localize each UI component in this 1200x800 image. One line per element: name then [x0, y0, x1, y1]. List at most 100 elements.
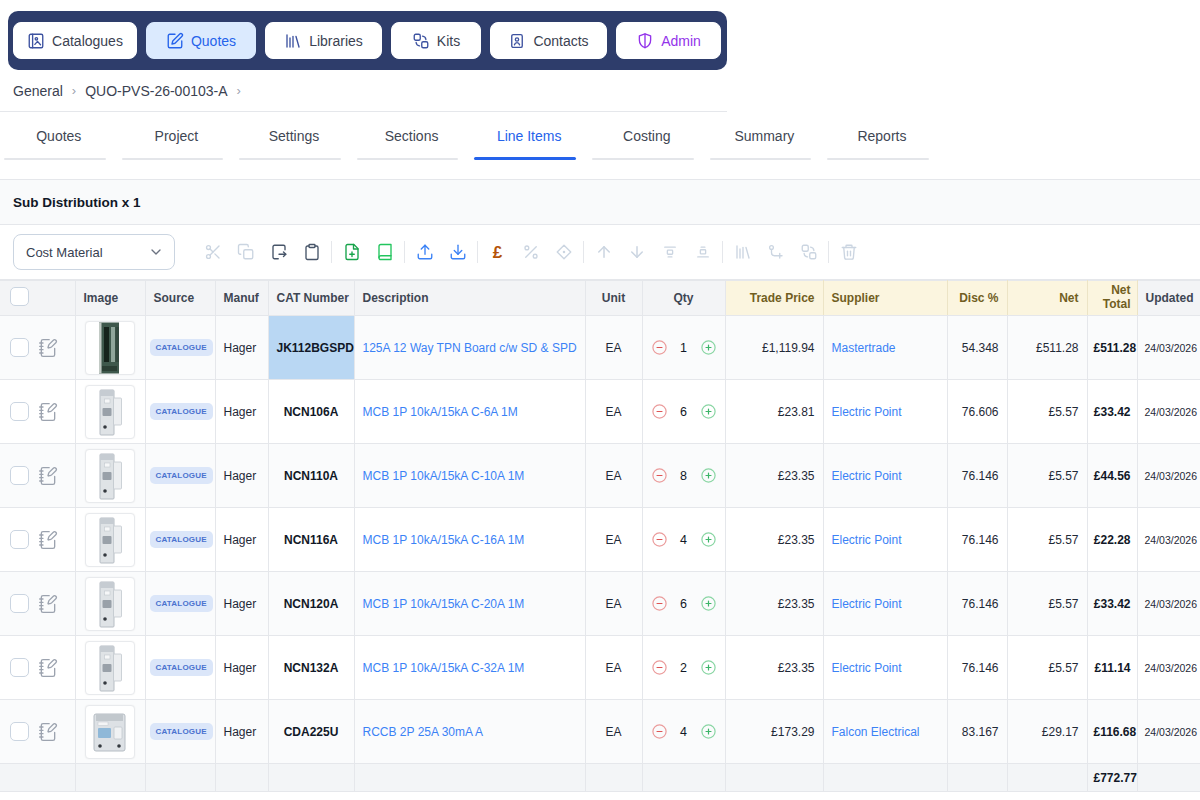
kits-icon[interactable] [792, 243, 825, 261]
cat-number[interactable]: CDA225U [284, 725, 339, 739]
admin-icon [636, 32, 654, 50]
row-checkbox[interactable] [10, 466, 29, 485]
description-link[interactable]: MCB 1P 10kA/15kA C-10A 1M [363, 469, 525, 483]
qty-increase-button[interactable] [700, 659, 717, 676]
nav-catalogues-button[interactable]: Catalogues [13, 22, 137, 59]
description-link[interactable]: MCB 1P 10kA/15kA C-16A 1M [363, 533, 525, 547]
cat-number[interactable]: NCN120A [284, 597, 339, 611]
cost-mode-select[interactable]: Cost Material [13, 234, 175, 270]
supplier-link[interactable]: Electric Point [832, 405, 902, 419]
libraries-icon[interactable] [726, 243, 759, 261]
product-image[interactable] [85, 577, 135, 631]
notebook-pen-icon[interactable] [38, 338, 58, 358]
notebook-pen-icon[interactable] [38, 530, 58, 550]
qty-increase-button[interactable] [700, 531, 717, 548]
product-image[interactable] [85, 385, 135, 439]
row-checkbox[interactable] [10, 722, 29, 741]
row-checkbox[interactable] [10, 658, 29, 677]
product-image[interactable] [85, 513, 135, 567]
copy-icon[interactable] [229, 243, 262, 261]
trash-icon[interactable] [832, 243, 865, 261]
supplier-link[interactable]: Electric Point [832, 597, 902, 611]
tab-sections[interactable]: Sections [353, 112, 471, 160]
select-all-checkbox[interactable] [10, 287, 29, 306]
download-icon[interactable] [441, 243, 474, 261]
discount: 76.146 [962, 597, 999, 611]
move-bottom-icon[interactable] [686, 243, 719, 261]
paste-special-icon[interactable] [262, 243, 295, 261]
product-image[interactable] [85, 705, 135, 759]
description-link[interactable]: MCB 1P 10kA/15kA C-20A 1M [363, 597, 525, 611]
qty-decrease-button[interactable] [651, 723, 668, 740]
nav-contacts-button[interactable]: Contacts [490, 22, 607, 59]
nav-kits-button[interactable]: Kits [391, 22, 481, 59]
clipboard-icon[interactable] [295, 243, 328, 261]
supplier-link[interactable]: Falcon Electrical [832, 725, 920, 739]
pound-icon[interactable]: £ [481, 244, 514, 261]
qty-increase-button[interactable] [700, 595, 717, 612]
cat-number[interactable]: NCN132A [284, 661, 339, 675]
tab-costing[interactable]: Costing [588, 112, 706, 160]
unit: EA [605, 661, 621, 675]
cat-number[interactable]: NCN110A [284, 469, 338, 483]
notebook-pen-icon[interactable] [38, 658, 58, 678]
tab-project[interactable]: Project [118, 112, 236, 160]
qty-decrease-button[interactable] [651, 339, 668, 356]
trade-price: £23.35 [778, 661, 815, 675]
nav-quotes-button[interactable]: Quotes [146, 22, 256, 59]
product-image[interactable] [85, 449, 135, 503]
description-link[interactable]: MCB 1P 10kA/15kA C-6A 1M [363, 405, 518, 419]
supplier-link[interactable]: Electric Point [832, 661, 902, 675]
qty-increase-button[interactable] [700, 723, 717, 740]
supplier-link[interactable]: Electric Point [832, 469, 902, 483]
cat-number[interactable]: NCN106A [284, 405, 339, 419]
notebook-pen-icon[interactable] [38, 594, 58, 614]
description-link[interactable]: RCCB 2P 25A 30mA A [363, 725, 484, 739]
catalogue-book-icon[interactable] [368, 243, 401, 261]
chevron-down-icon [148, 244, 164, 260]
tab-settings[interactable]: Settings [235, 112, 353, 160]
arrow-down-icon[interactable] [620, 243, 653, 261]
upload-icon[interactable] [408, 243, 441, 261]
tab-reports[interactable]: Reports [823, 112, 941, 160]
qty-decrease-button[interactable] [651, 531, 668, 548]
supplier-link[interactable]: Electric Point [832, 533, 902, 547]
nav-libraries-button[interactable]: Libraries [265, 22, 382, 59]
description-link[interactable]: MCB 1P 10kA/15kA C-32A 1M [363, 661, 525, 675]
product-image[interactable] [85, 641, 135, 695]
row-checkbox[interactable] [10, 594, 29, 613]
notebook-pen-icon[interactable] [38, 722, 58, 742]
qty-decrease-button[interactable] [651, 403, 668, 420]
qty-decrease-button[interactable] [651, 467, 668, 484]
row-checkbox[interactable] [10, 338, 29, 357]
row-checkbox[interactable] [10, 530, 29, 549]
qty-value: 4 [668, 725, 700, 739]
percent-icon[interactable] [514, 243, 547, 261]
notebook-pen-icon[interactable] [38, 402, 58, 422]
branch-plus-icon[interactable] [759, 243, 792, 261]
tab-quotes[interactable]: Quotes [0, 112, 118, 160]
qty-decrease-button[interactable] [651, 595, 668, 612]
tab-line-items[interactable]: Line Items [470, 112, 588, 160]
row-checkbox[interactable] [10, 402, 29, 421]
file-plus-icon[interactable] [335, 243, 368, 261]
breadcrumb-item[interactable]: General [13, 83, 63, 99]
nav-admin-button[interactable]: Admin [616, 22, 721, 59]
supplier-link[interactable]: Mastertrade [832, 341, 896, 355]
cat-number[interactable]: NCN116A [284, 533, 338, 547]
cut-icon[interactable] [196, 243, 229, 261]
arrow-up-icon[interactable] [587, 243, 620, 261]
qty-decrease-button[interactable] [651, 659, 668, 676]
manufacturer: Hager [224, 405, 257, 419]
product-image[interactable] [85, 321, 135, 375]
description-link[interactable]: 125A 12 Way TPN Board c/w SD & SPD [363, 341, 577, 355]
locate-icon[interactable] [547, 243, 580, 261]
tab-summary[interactable]: Summary [706, 112, 824, 160]
qty-increase-button[interactable] [700, 467, 717, 484]
qty-increase-button[interactable] [700, 403, 717, 420]
cat-number[interactable]: JK112BGSPD [277, 341, 354, 355]
notebook-pen-icon[interactable] [38, 466, 58, 486]
breadcrumb-item[interactable]: QUO-PVS-26-00103-A [85, 83, 227, 99]
qty-increase-button[interactable] [700, 339, 717, 356]
move-top-icon[interactable] [653, 243, 686, 261]
